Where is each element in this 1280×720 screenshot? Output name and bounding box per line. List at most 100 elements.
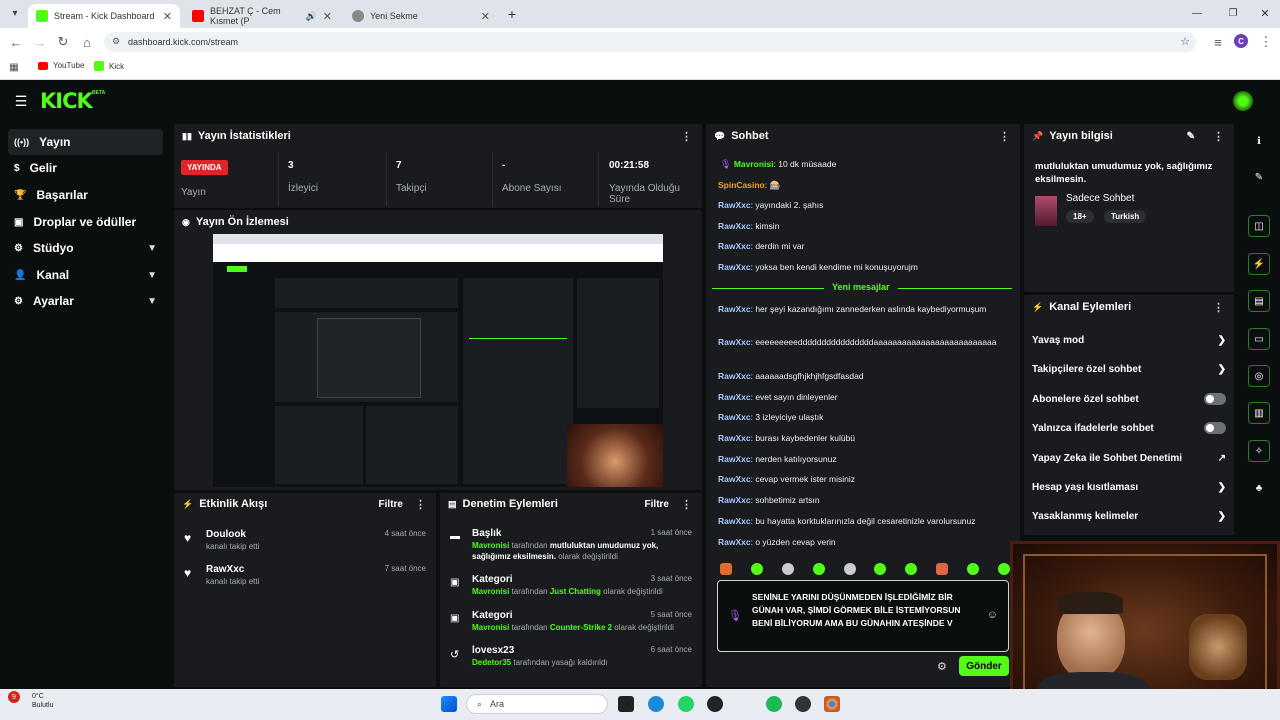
chat-username[interactable]: RawXxc (718, 221, 751, 231)
action-ai-moderation[interactable]: Yapay Zeka ile Sohbet Denetimi ↗ (1032, 447, 1226, 469)
sidebar-item-ayarlar[interactable]: ⚙ Ayarlar ▼ (8, 288, 163, 314)
more-options-icon[interactable]: ⋮ (1213, 130, 1224, 143)
chat-username[interactable]: RawXxc (718, 200, 751, 210)
emote-icon[interactable] (997, 563, 1010, 575)
browser-tab-kick[interactable]: Stream - Kick Dashboard ✕ (28, 4, 180, 28)
spotify-icon[interactable] (766, 696, 782, 712)
document-icon[interactable]: ▤ (1248, 290, 1270, 312)
kick-logo[interactable]: KICK (40, 89, 93, 113)
category-thumbnail[interactable] (1035, 196, 1057, 226)
close-tab-icon[interactable]: ✕ (163, 10, 172, 23)
mod-actor[interactable]: Dedetor35 (472, 658, 511, 667)
sidebar-item-yayin[interactable]: ((•)) Yayın (8, 129, 163, 155)
more-options-icon[interactable]: ⋮ (681, 130, 692, 143)
action-banned-words[interactable]: Yasaklanmış kelimeler ❯ (1032, 505, 1226, 527)
chat-username[interactable]: RawXxc (718, 495, 751, 505)
emoji-icon[interactable]: ☺ (987, 609, 998, 621)
chat-username[interactable]: Mavronisi (734, 159, 774, 169)
tab-search-icon[interactable]: ▾ (8, 6, 22, 20)
site-info-icon[interactable]: ⚙ (112, 36, 120, 47)
edge-icon[interactable] (648, 696, 664, 712)
close-tab-icon[interactable]: ✕ (323, 10, 332, 23)
weather-widget[interactable]: 9 0°C Bulutlu (8, 691, 53, 710)
obs-icon[interactable] (795, 696, 811, 712)
new-tab-button[interactable]: + (504, 6, 520, 22)
whatsapp-icon[interactable] (678, 696, 694, 712)
close-window-icon[interactable]: ✕ (1258, 6, 1272, 20)
audio-icon[interactable]: 🔊 (306, 11, 317, 22)
bookmark-kick[interactable]: Kick (94, 61, 124, 71)
sidebar-item-studyo[interactable]: ⚙ Stüdyo ▼ (8, 235, 163, 261)
toggle-switch[interactable] (1204, 422, 1226, 434)
chrome-icon[interactable] (824, 696, 840, 712)
edit-icon[interactable]: ✎ (1187, 131, 1195, 142)
info-icon[interactable]: ℹ (1248, 130, 1270, 152)
restore-icon[interactable]: ❐ (1226, 6, 1240, 20)
bookmark-star-icon[interactable]: ☆ (1180, 35, 1190, 48)
chat-username[interactable]: RawXxc (718, 371, 751, 381)
mod-actor[interactable]: Mavronisi (472, 587, 509, 596)
sidebar-item-gelir[interactable]: $ Gelir (8, 155, 163, 181)
filter-button[interactable]: Filtre (645, 499, 669, 510)
taskbar-search[interactable]: ⌕ Ara (466, 694, 608, 714)
emote-icon[interactable] (812, 563, 825, 575)
layers-icon[interactable]: ▥ (1248, 402, 1270, 424)
emote-icon[interactable] (967, 563, 979, 575)
chat-username[interactable]: RawXxc (718, 516, 751, 526)
forward-icon[interactable]: → (32, 34, 48, 50)
minimize-icon[interactable]: — (1190, 6, 1204, 20)
send-button[interactable]: Gönder (959, 656, 1009, 676)
emote-icon[interactable] (843, 563, 856, 575)
more-options-icon[interactable]: ⋮ (681, 498, 692, 511)
emote-icon[interactable] (874, 563, 887, 575)
chat-username[interactable]: RawXxc (718, 537, 751, 547)
profile-avatar[interactable]: C (1234, 34, 1248, 48)
back-icon[interactable]: ← (8, 34, 24, 50)
browser-menu-icon[interactable]: ⋮ (1258, 34, 1274, 50)
close-tab-icon[interactable]: ✕ (481, 10, 490, 23)
chat-username[interactable]: RawXxc (718, 262, 751, 272)
stream-video-preview[interactable] (213, 234, 663, 487)
task-view-icon[interactable] (618, 696, 634, 712)
edit-icon[interactable]: ✎ (1248, 166, 1270, 188)
chat-username[interactable]: RawXxc (718, 474, 751, 484)
chat-username[interactable]: RawXxc (718, 412, 751, 422)
chat-username[interactable]: RawXxc (718, 304, 751, 314)
chat-username[interactable]: RawXxc (718, 337, 751, 347)
chat-input[interactable]: 🎙 SENİNLE YARINI DÜŞÜNMEDEN İŞLEDİĞİMİZ … (717, 580, 1009, 652)
chatgpt-icon[interactable] (707, 696, 723, 712)
shapes-icon[interactable]: ♣ (1248, 477, 1270, 499)
emote-icon[interactable] (750, 563, 763, 575)
action-slow-mode[interactable]: Yavaş mod ❯ (1032, 329, 1226, 351)
sidebar-item-droplar[interactable]: ▣ Droplar ve ödüller (8, 209, 163, 235)
more-options-icon[interactable]: ⋮ (415, 498, 426, 511)
filter-button[interactable]: Filtre (379, 499, 403, 510)
user-avatar[interactable] (1233, 91, 1253, 111)
wrench-icon[interactable]: ✧ (1248, 440, 1270, 462)
more-options-icon[interactable]: ⋮ (999, 130, 1010, 143)
chat-username[interactable]: RawXxc (718, 433, 751, 443)
broadcast-icon[interactable]: ◎ (1248, 365, 1270, 387)
bookmark-youtube[interactable]: YouTube (38, 61, 84, 70)
tag-badge[interactable]: 18+ (1066, 210, 1094, 223)
reading-list-icon[interactable]: ≡ (1210, 34, 1226, 50)
action-followers-only[interactable]: Takipçilere özel sohbet ❯ (1032, 358, 1226, 380)
reload-icon[interactable]: ↻ (55, 34, 71, 50)
more-options-icon[interactable]: ⋮ (1213, 301, 1224, 314)
emote-icon[interactable] (781, 563, 794, 575)
sidebar-item-basarilar[interactable]: 🏆 Başarılar (8, 182, 163, 208)
tag-badge[interactable]: Turkish (1104, 210, 1147, 223)
browser-tab-new[interactable]: Yeni Sekme ✕ (344, 4, 498, 28)
chat-username[interactable]: RawXxc (718, 241, 751, 251)
toggle-switch[interactable] (1204, 393, 1226, 405)
preview-icon[interactable]: ◫ (1248, 215, 1270, 237)
apps-icon[interactable]: ▦ (8, 61, 20, 73)
home-icon[interactable]: ⌂ (79, 34, 95, 50)
category-name[interactable]: Sadece Sohbet (1066, 193, 1134, 204)
sidebar-item-kanal[interactable]: 👤 Kanal ▼ (8, 262, 163, 288)
address-bar[interactable]: ⚙ dashboard.kick.com/stream ☆ (104, 32, 1196, 52)
chat-username[interactable]: RawXxc (718, 454, 751, 464)
chat-bubble-icon[interactable]: ▭ (1248, 328, 1270, 350)
browser-tab-youtube[interactable]: BEHZAT Ç - Cem Kısmet (P 🔊 ✕ (184, 4, 340, 28)
windows-start-icon[interactable] (441, 696, 457, 712)
